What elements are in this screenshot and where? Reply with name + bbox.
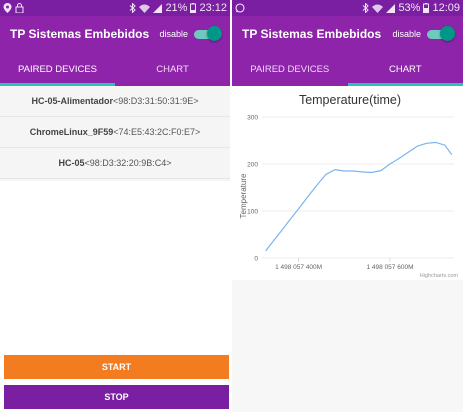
- device-name: HC-05-Alimentador: [31, 96, 113, 106]
- battery-percent: 21%: [165, 2, 188, 14]
- device-name: ChromeLinux_9F59: [29, 127, 114, 137]
- bluetooth-icon: [130, 3, 137, 13]
- tab-paired-devices[interactable]: PAIRED DEVICES: [0, 52, 115, 86]
- toggle-knob: [440, 26, 455, 41]
- toggle-switch[interactable]: [427, 26, 455, 41]
- device-address: <98:D3:31:50:31:9E>: [112, 96, 199, 106]
- right-phone-screen: 53% 12:09 TP Sistemas Embebidos disable …: [232, 0, 463, 412]
- clock: 12:09: [432, 2, 460, 14]
- wifi-icon: [372, 4, 384, 13]
- device-name: HC-05: [58, 158, 85, 168]
- chart-credit: Highcharts.com: [420, 273, 459, 279]
- status-right: 53% 12:09: [362, 2, 460, 14]
- y-tick-label: 300: [247, 115, 258, 122]
- status-bar: 21% 23:12: [0, 0, 230, 16]
- battery-percent: 53%: [398, 2, 421, 14]
- signal-icon: [153, 3, 163, 13]
- clock: 23:12: [199, 2, 227, 14]
- bluetooth-icon: [363, 3, 370, 13]
- bluetooth-switch[interactable]: disable: [392, 26, 455, 41]
- stop-button[interactable]: STOP: [4, 385, 229, 409]
- tab-bar: PAIRED DEVICES CHART: [232, 52, 463, 86]
- switch-label: disable: [392, 29, 421, 39]
- x-tick-label: 1 498 057 400M: [275, 264, 322, 271]
- device-item[interactable]: ChromeLinux_9F59 <74:E5:43:2C:F0:E7>: [0, 117, 230, 148]
- tab-label: PAIRED DEVICES: [17, 63, 97, 75]
- tab-chart[interactable]: CHART: [115, 52, 230, 86]
- app-bar: TP Sistemas Embebidos disable: [232, 16, 463, 52]
- tab-label: PAIRED DEVICES: [250, 63, 330, 75]
- start-button[interactable]: START: [4, 355, 229, 379]
- bluetooth-switch[interactable]: disable: [159, 26, 222, 41]
- whatsapp-icon: [235, 3, 245, 13]
- toggle-switch[interactable]: [194, 26, 222, 41]
- series-line: [265, 141, 453, 252]
- switch-label: disable: [159, 29, 188, 39]
- notification-icons: [235, 3, 245, 13]
- location-icon: [3, 3, 12, 13]
- signal-icon: [386, 3, 396, 13]
- empty-area: [232, 280, 463, 412]
- y-tick-label: 0: [254, 256, 258, 263]
- notification-icons: [3, 3, 24, 13]
- y-tick-label: 200: [247, 162, 258, 169]
- tab-label: CHART: [388, 63, 422, 75]
- app-title: TP Sistemas Embebidos: [242, 27, 382, 41]
- chart-title: Temperature(time): [299, 93, 401, 107]
- toggle-knob: [207, 26, 222, 41]
- left-phone-screen: 21% 23:12 TP Sistemas Embebidos disable …: [0, 0, 230, 412]
- device-item[interactable]: HC-05 <98:D3:32:20:9B:C4>: [0, 148, 230, 179]
- chart-series: [265, 141, 453, 252]
- app-bar: TP Sistemas Embebidos disable: [0, 16, 230, 52]
- paired-device-list: HC-05-Alimentador <98:D3:31:50:31:9E> Chr…: [0, 86, 230, 181]
- wifi-icon: [139, 4, 151, 13]
- tab-paired-devices[interactable]: PAIRED DEVICES: [232, 52, 348, 86]
- lock-icon: [15, 3, 24, 13]
- chart-grid: 0 100 200 300 1 498 057 400M 1 498 057 600M: [247, 115, 454, 271]
- status-right: 21% 23:12: [129, 2, 227, 14]
- chart-svg: Temperature(time) Temperature 0100200300…: [239, 93, 459, 279]
- device-address: <98:D3:32:20:9B:C4>: [84, 158, 172, 168]
- device-address: <74:E5:43:2C:F0:E7>: [113, 127, 201, 137]
- tab-bar: PAIRED DEVICES CHART: [0, 52, 230, 86]
- tab-chart[interactable]: CHART: [348, 52, 463, 86]
- device-item[interactable]: HC-05-Alimentador <98:D3:31:50:31:9E>: [0, 86, 230, 117]
- status-bar: 53% 12:09: [232, 0, 463, 16]
- battery-icon: [423, 3, 430, 13]
- y-tick-label: 100: [247, 209, 258, 216]
- battery-icon: [190, 3, 197, 13]
- tab-indicator: [0, 83, 115, 86]
- x-tick-label: 1 498 057 600M: [367, 264, 414, 271]
- app-title: TP Sistemas Embebidos: [10, 27, 150, 41]
- temperature-chart: Temperature(time) Temperature 0 100 200 300…: [232, 86, 463, 280]
- tab-label: CHART: [156, 63, 189, 75]
